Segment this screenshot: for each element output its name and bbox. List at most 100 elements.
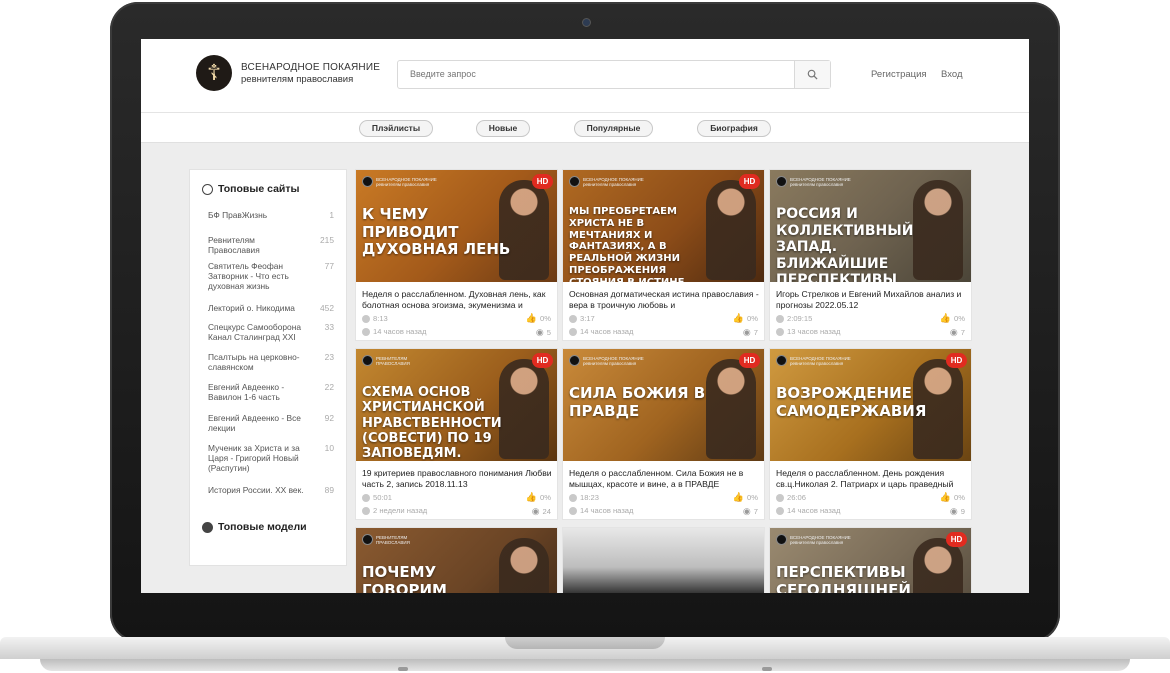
sidebar-item[interactable]: Псалтырь на церковно-славянском 23 [208, 352, 334, 372]
login-link[interactable]: Вход [941, 69, 963, 80]
video-thumbnail[interactable]: РЕВНИТЕЛЯМ ПРАВОСЛАВИЯ СХЕМА ОСНОВ ХРИСТИА… [356, 349, 557, 461]
duration-value: 50:01 [373, 493, 393, 502]
thumbnail-caption: ПОЧЕМУ ГОВОРИМ ХРИСТОС ВОСКРЕСЕ [362, 563, 447, 593]
video-title[interactable]: Неделя о расслабленном. Духовная лень, к… [362, 289, 552, 311]
video-card[interactable]: ВСЕНАРОДНОЕ ПОКАЯНИЕ ревнителям православ… [769, 169, 972, 341]
search-button[interactable] [794, 61, 830, 88]
likes: 👍 0% [733, 492, 758, 503]
video-title[interactable]: Игорь Стрелков и Евгений Михайлов анализ… [776, 289, 966, 311]
calendar-icon [569, 327, 577, 336]
thumbnail-caption: МЫ ПРЕОБРЕТАЕМ ХРИСТА НЕ В МЕЧТАНИЯХ И Ф… [569, 206, 684, 282]
hd-badge: HD [946, 353, 967, 368]
duration: 26:06 [776, 493, 806, 502]
video-card[interactable]: ВСЕНАРОДНОЕ ПОКАЯНИЕ ревнителям православ… [562, 169, 765, 341]
video-card[interactable]: ВСЕНАРОДНОЕ ПОКАЯНИЕ ревнителям православ… [562, 348, 765, 520]
thumbs-up-icon: 👍 [939, 313, 952, 323]
video-title[interactable]: Неделя о расслабленном. День рождения св… [776, 468, 966, 490]
tab-biography[interactable]: Биография [697, 120, 771, 137]
sidebar-item-label: Святитель Феофан Затворник - Что есть ду… [208, 261, 289, 291]
video-card[interactable]: ВСЕНАРОДНОЕ ПОКАЯНИЕ ревнителям православ… [769, 527, 972, 593]
channel-brand: ВСЕНАРОДНОЕ ПОКАЯНИЕ ревнителям православ… [776, 355, 851, 366]
orthodox-cross-icon[interactable]: ☦ [196, 55, 232, 91]
views-value: 7 [753, 328, 758, 337]
views-value: 7 [960, 328, 965, 337]
sidebar-item-label: Спецкурс Самооборона Канал Сталинград XX… [208, 322, 301, 342]
views: ◉ 24 [532, 506, 551, 517]
register-link[interactable]: Регистрация [871, 69, 927, 80]
site-subtitle[interactable]: ревнителям православия [241, 74, 353, 85]
tab-playlists[interactable]: Плэйлисты [359, 120, 433, 137]
tab-new[interactable]: Новые [476, 120, 530, 137]
clock-icon [776, 493, 784, 502]
sidebar-item-count: 215 [320, 235, 334, 245]
likes-value: 0% [954, 493, 965, 502]
calendar-icon [362, 506, 370, 515]
likes: 👍 0% [733, 313, 758, 324]
channel-brand: РЕВНИТЕЛЯМ ПРАВОСЛАВИЯ [362, 355, 410, 366]
search-box [397, 60, 831, 89]
views: ◉ 7 [743, 506, 758, 517]
video-title[interactable]: Основная догматическая истина православи… [569, 289, 759, 311]
eye-icon: ◉ [742, 506, 751, 516]
duration: 18:23 [569, 493, 599, 502]
sidebar-item[interactable]: Евгений Авдеенко - Вавилон 1-6 часть 22 [208, 382, 334, 402]
likes-value: 0% [747, 314, 758, 323]
video-card[interactable]: ВСЕНАРОДНОЕ ПОКАЯНИЕ ревнителям православ… [355, 169, 558, 341]
sidebar-item[interactable]: Ревнителям Православия 215 [208, 235, 334, 255]
sidebar-item[interactable]: БФ ПравЖизнь 1 [208, 210, 334, 220]
sidebar-item[interactable]: Святитель Феофан Затворник - Что есть ду… [208, 261, 334, 291]
hd-badge: HD [532, 353, 553, 368]
search-icon [807, 69, 818, 80]
views-value: 5 [546, 328, 551, 337]
sidebar-item[interactable]: Евгений Авдеенко - Все лекции 92 [208, 413, 334, 433]
sidebar-item-label: Евгений Авдеенко - Все лекции [208, 413, 301, 433]
site-title[interactable]: ВСЕНАРОДНОЕ ПОКАЯНИЕ [241, 62, 380, 73]
upload-age-value: 2 недели назад [373, 506, 428, 515]
sidebar-item[interactable]: Лекторий о. Никодима 452 [208, 303, 334, 313]
video-thumbnail[interactable]: ВСЕНАРОДНОЕ ПОКАЯНИЕ ревнителям православ… [356, 170, 557, 282]
search-input[interactable] [398, 61, 790, 86]
video-thumbnail[interactable]: ВСЕНАРОДНОЕ ПОКАЯНИЕ ревнителям православ… [563, 349, 764, 461]
brand-line2: ревнителям православия [790, 181, 844, 187]
video-thumbnail[interactable]: РЕВНИТЕЛЯМПРАВОСЛАВИЯ ПОЧЕМУ ГОВОРИМ ХРИС… [356, 528, 557, 593]
video-thumbnail[interactable] [563, 528, 764, 593]
video-title[interactable]: Неделя о расслабленном. Сила Божия не в … [569, 468, 759, 490]
channel-brand: РЕВНИТЕЛЯМ ПРАВОСЛАВИЯ [362, 534, 410, 545]
brand-line2: ревнителям православия [790, 539, 844, 545]
sidebar-item-count: 33 [324, 322, 334, 332]
brand-line2: ПРАВОСЛАВИЯ [376, 360, 410, 366]
upload-age: 13 часов назад [776, 327, 840, 336]
video-card[interactable] [562, 527, 765, 593]
video-thumbnail[interactable]: ВСЕНАРОДНОЕ ПОКАЯНИЕ ревнителям православ… [770, 349, 971, 461]
channel-brand: ВСЕНАРОДНОЕ ПОКАЯНИЕ ревнителям православ… [362, 176, 437, 187]
video-title[interactable]: 19 критериев православного понимания Люб… [362, 468, 552, 490]
sidebar-item[interactable]: Спецкурс Самооборона Канал Сталинград XX… [208, 322, 334, 342]
views: ◉ 5 [536, 327, 551, 338]
video-thumbnail[interactable]: ВСЕНАРОДНОЕ ПОКАЯНИЕ ревнителям православ… [770, 528, 971, 593]
calendar-icon [362, 327, 370, 336]
thumbs-up-icon: 👍 [732, 492, 745, 502]
duration-value: 3:17 [580, 314, 595, 323]
tab-popular[interactable]: Популярные [574, 120, 653, 137]
sidebar-item[interactable]: Мученик за Христа и за Царя - Григорий Н… [208, 443, 334, 473]
sidebar-item-count: 1 [329, 210, 334, 220]
thumbnail-caption: СИЛА БОЖИЯ В ПРАВДЕ [569, 384, 706, 420]
views-value: 9 [960, 507, 965, 516]
sidebar-item[interactable]: История России. XX век. 89 [208, 485, 334, 495]
video-thumbnail[interactable]: ВСЕНАРОДНОЕ ПОКАЯНИЕ ревнителям православ… [563, 170, 764, 282]
video-card[interactable]: РЕВНИТЕЛЯМПРАВОСЛАВИЯ ПОЧЕМУ ГОВОРИМ ХРИС… [355, 527, 558, 593]
video-card[interactable]: РЕВНИТЕЛЯМ ПРАВОСЛАВИЯ СХЕМА ОСНОВ ХРИСТИА… [355, 348, 558, 520]
channel-brand: ВСЕНАРОДНОЕ ПОКАЯНИЕ ревнителям православ… [569, 176, 644, 187]
clock-icon [362, 314, 370, 323]
video-thumbnail[interactable]: ВСЕНАРОДНОЕ ПОКАЯНИЕ ревнителям православ… [770, 170, 971, 282]
video-card[interactable]: ВСЕНАРОДНОЕ ПОКАЯНИЕ ревнителям православ… [769, 348, 972, 520]
globe-icon [202, 183, 213, 195]
top-sites-heading: Топовые сайты [202, 183, 299, 195]
upload-age: 14 часов назад [362, 327, 426, 336]
thumbnail-caption: ПЕРСПЕКТИВЫ СЕГОДНЯШНЕЙ ВЛАСТИ [776, 563, 911, 593]
sidebar-item-label: Евгений Авдеенко - Вавилон 1-6 часть [208, 382, 285, 402]
views: ◉ 7 [950, 327, 965, 338]
brand-line2: ревнителям православия [376, 181, 430, 187]
calendar-icon [776, 506, 784, 515]
top-models-heading-label: Топовые модели [218, 521, 307, 533]
